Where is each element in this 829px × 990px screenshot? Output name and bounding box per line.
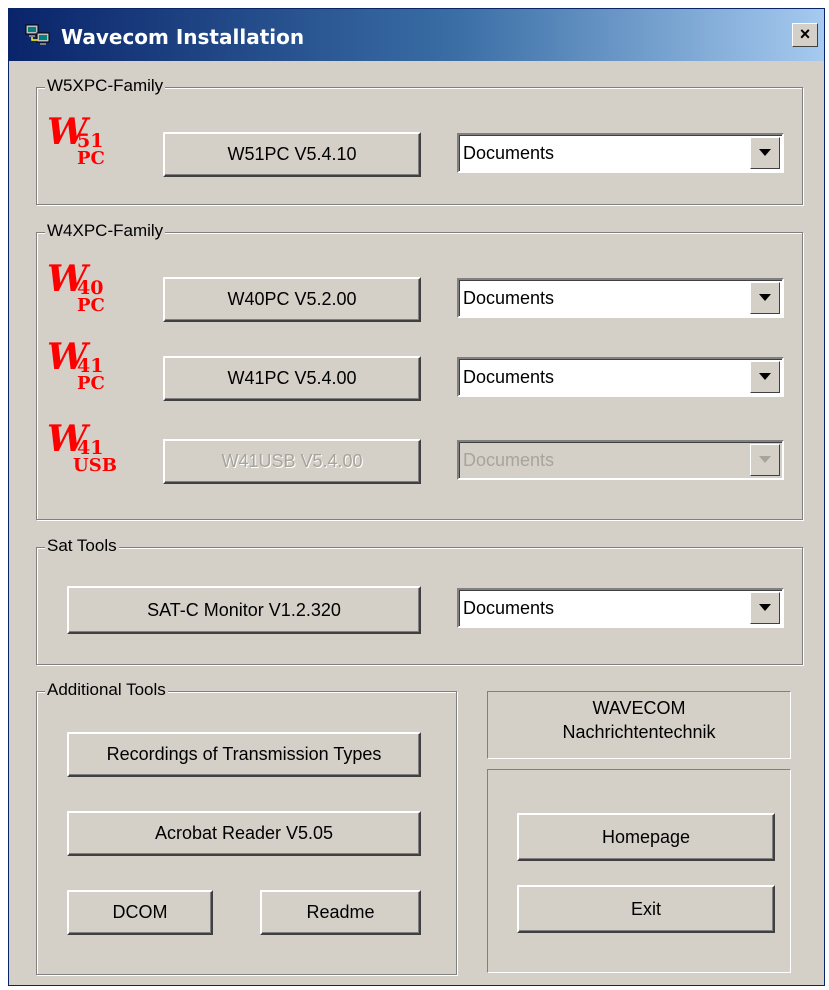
w40pc-install-button[interactable]: W40PC V5.2.00	[163, 277, 421, 322]
company-name: WAVECOM	[592, 698, 686, 718]
w51pc-logo: W 51 PC	[47, 111, 105, 169]
w51pc-documents-select[interactable]: Documents	[457, 133, 784, 173]
dropdown-arrow-icon[interactable]	[750, 282, 780, 314]
additional-tools-label: Additional Tools	[45, 680, 168, 700]
w5xpc-family-label: W5XPC-Family	[45, 76, 166, 96]
w41pc-logo: W 41 PC	[47, 336, 105, 394]
w41pc-install-button[interactable]: W41PC V5.4.00	[163, 356, 421, 401]
sat-c-monitor-button[interactable]: SAT-C Monitor V1.2.320	[67, 586, 421, 634]
window-title: Wavecom Installation	[61, 25, 305, 49]
w51pc-install-button[interactable]: W51PC V5.4.10	[163, 132, 421, 177]
dcom-button[interactable]: DCOM	[67, 890, 213, 935]
w5xpc-family-group: W5XPC-Family W 51 PC W51PC V5.4.10 Docum…	[36, 76, 803, 205]
w4xpc-family-group: W4XPC-Family W 40 PC W40PC V5.2.00 Docum…	[36, 221, 803, 520]
readme-button[interactable]: Readme	[260, 890, 421, 935]
sat-tools-group: Sat Tools SAT-C Monitor V1.2.320 Documen…	[36, 536, 803, 665]
acrobat-reader-button[interactable]: Acrobat Reader V5.05	[67, 811, 421, 856]
w4xpc-family-label: W4XPC-Family	[45, 221, 166, 241]
w41usb-install-button: W41USB V5.4.00	[163, 439, 421, 484]
sat-tools-label: Sat Tools	[45, 536, 119, 556]
network-computers-icon	[25, 24, 50, 45]
w41usb-documents-select: Documents	[457, 440, 784, 480]
company-subtitle: Nachrichtentechnik	[562, 722, 716, 742]
dropdown-arrow-icon[interactable]	[750, 592, 780, 624]
installer-window: Wavecom Installation × W5XPC-Family W 51…	[8, 8, 825, 986]
homepage-button[interactable]: Homepage	[517, 813, 775, 861]
sat-c-documents-select[interactable]: Documents	[457, 588, 784, 628]
w41pc-documents-select[interactable]: Documents	[457, 357, 784, 397]
dropdown-arrow-icon[interactable]	[750, 137, 780, 169]
title-bar[interactable]: Wavecom Installation ×	[9, 9, 824, 61]
dropdown-arrow-icon	[750, 444, 780, 476]
close-button[interactable]: ×	[792, 23, 818, 47]
additional-tools-group: Additional Tools Recordings of Transmiss…	[36, 680, 457, 975]
actions-panel: Homepage Exit	[487, 769, 791, 973]
w40pc-logo: W 40 PC	[47, 258, 105, 316]
company-panel: WAVECOM Nachrichtentechnik	[487, 691, 791, 759]
exit-button[interactable]: Exit	[517, 885, 775, 933]
w41usb-logo: W 41 USB	[47, 418, 117, 476]
w40pc-documents-select[interactable]: Documents	[457, 278, 784, 318]
dropdown-arrow-icon[interactable]	[750, 361, 780, 393]
recordings-button[interactable]: Recordings of Transmission Types	[67, 732, 421, 777]
